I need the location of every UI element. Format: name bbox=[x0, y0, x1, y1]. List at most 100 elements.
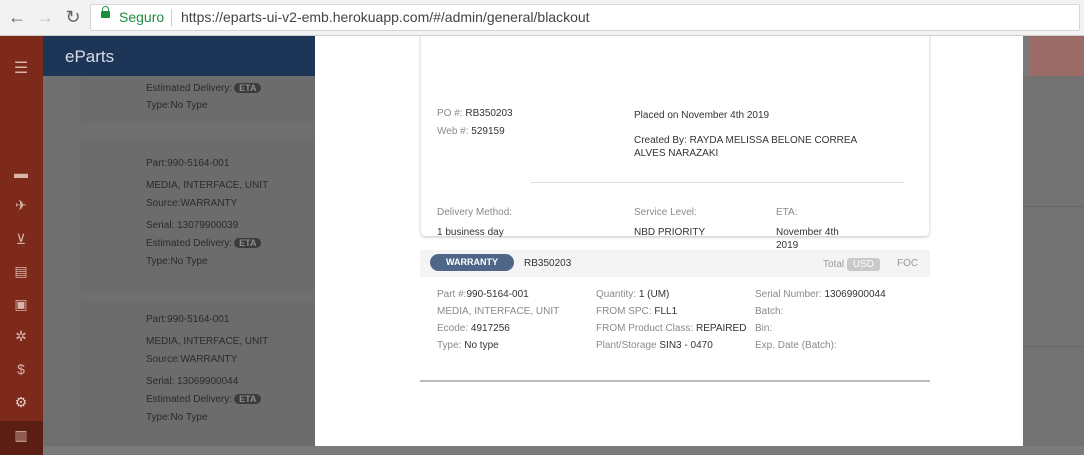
divider bbox=[1023, 206, 1084, 207]
eta-label: Estimated Delivery: bbox=[146, 394, 233, 405]
item-order-number: RB350203 bbox=[524, 258, 572, 269]
web-label: Web #: bbox=[437, 126, 469, 137]
money-icon[interactable]: $ bbox=[12, 360, 30, 378]
eta-label: Estimated Delivery: bbox=[146, 83, 233, 94]
ecode: Ecode: 4917256 bbox=[437, 323, 510, 334]
item-type: Type: No type bbox=[437, 340, 499, 351]
secure-label: Seguro bbox=[119, 9, 165, 25]
from-spc-label: FROM SPC: bbox=[596, 306, 652, 317]
ecode-value: 4917256 bbox=[470, 323, 510, 334]
item-part: Part:990-5164-001 bbox=[146, 158, 230, 169]
part-number: Part #:990-5164-001 bbox=[437, 289, 529, 300]
placed-date: Placed on November 4th 2019 bbox=[634, 110, 770, 121]
app-header-right bbox=[1030, 36, 1084, 76]
exp-date-label: Exp. Date (Batch): bbox=[755, 340, 837, 351]
calendar-icon[interactable]: ▣ bbox=[12, 295, 30, 313]
divider bbox=[1023, 346, 1084, 347]
po-number: PO #: RB350203 bbox=[437, 108, 513, 119]
parts-icon[interactable]: ✲ bbox=[12, 327, 30, 345]
delivery-method-value: 1 business day bbox=[437, 227, 504, 238]
order-list-background: Estimated Delivery: ETA Type:No Type Part… bbox=[43, 76, 316, 446]
url-text[interactable]: https://eparts-ui-v2-emb.herokuapp.com/#… bbox=[181, 9, 590, 25]
quantity-value: 1 (UM) bbox=[638, 289, 670, 300]
item-type: Type:No Type bbox=[146, 100, 208, 111]
browser-toolbar: ← → ↻ Seguro https://eparts-ui-v2-emb.he… bbox=[0, 0, 1084, 36]
item-type: Type:No Type bbox=[146, 412, 208, 423]
batch-label: Batch: bbox=[755, 306, 784, 317]
item-type: Type:No Type bbox=[146, 256, 208, 267]
web-value: 529159 bbox=[471, 126, 505, 137]
app-logo[interactable]: eParts bbox=[65, 47, 114, 67]
side-navigation: ☰ ▬ ✈ ⊻ ▤ ▣ ✲ $ ⚙ ▥ bbox=[0, 36, 43, 455]
po-label: PO #: bbox=[437, 108, 463, 119]
total-label: Total USD bbox=[823, 258, 881, 271]
settings-icon[interactable]: ⚙ bbox=[12, 393, 30, 411]
from-spc-value: FLL1 bbox=[654, 306, 678, 317]
part-description: MEDIA, INTERFACE, UNIT bbox=[437, 306, 560, 317]
item-serial: Serial: 13079900039 bbox=[146, 220, 239, 231]
item-source: Source:WARRANTY bbox=[146, 354, 238, 365]
eta-badge: ETA bbox=[234, 394, 262, 404]
web-number: Web #: 529159 bbox=[437, 126, 505, 137]
address-bar[interactable]: Seguro https://eparts-ui-v2-emb.herokuap… bbox=[90, 4, 1080, 31]
service-level-value: NBD PRIORITY bbox=[634, 227, 706, 238]
product-class-label: FROM Product Class: bbox=[596, 323, 694, 334]
eta-badge: ETA bbox=[234, 83, 262, 93]
estimated-delivery: Estimated Delivery: ETA bbox=[146, 238, 262, 249]
lock-icon bbox=[101, 6, 110, 18]
part-value: 990-5164-001 bbox=[466, 289, 529, 300]
address-separator bbox=[171, 9, 172, 26]
item-description: MEDIA, INTERFACE, UNIT bbox=[146, 336, 269, 347]
total-text: Total bbox=[823, 259, 845, 270]
plant-label: Plant/Storage bbox=[596, 340, 657, 351]
po-value: RB350203 bbox=[465, 108, 513, 119]
truck-icon[interactable]: ▬ bbox=[12, 164, 30, 182]
item-part: Part:990-5164-001 bbox=[146, 314, 230, 325]
serial-label: Serial Number: bbox=[755, 289, 822, 300]
quantity-label: Quantity: bbox=[596, 289, 637, 300]
order-detail-modal: PO #: RB350203 Web #: 529159 Placed on N… bbox=[315, 36, 1023, 446]
item-header: WARRANTY RB350203 Total USD FOC bbox=[420, 250, 930, 277]
eta-badge: ETA bbox=[234, 238, 262, 248]
service-level-label: Service Level: bbox=[634, 207, 697, 218]
right-background-panel bbox=[1023, 76, 1084, 446]
app-header: eParts bbox=[43, 36, 315, 76]
serial-value: 13069900044 bbox=[824, 289, 886, 300]
order-summary-card: PO #: RB350203 Web #: 529159 Placed on N… bbox=[421, 36, 929, 251]
estimated-delivery: Estimated Delivery: ETA bbox=[146, 83, 262, 94]
eta-label: ETA: bbox=[776, 207, 798, 218]
quantity: Quantity: 1 (UM) bbox=[596, 289, 669, 300]
type-label: Type: bbox=[437, 340, 462, 351]
product-class-value: REPAIRED bbox=[696, 323, 747, 334]
created-by-cont: ALVES NARAZAKI bbox=[634, 148, 719, 159]
cart-icon[interactable]: ⊻ bbox=[12, 230, 30, 248]
estimated-delivery: Estimated Delivery: ETA bbox=[146, 394, 262, 405]
airplane-icon[interactable]: ✈ bbox=[12, 196, 30, 214]
reload-icon[interactable]: ↻ bbox=[63, 7, 83, 27]
item-source: Source:WARRANTY bbox=[146, 198, 238, 209]
created-by: Created By: RAYDA MELISSA BELONE CORREA bbox=[634, 135, 858, 146]
eta-label: Estimated Delivery: bbox=[146, 238, 233, 249]
delivery-method-label: Delivery Method: bbox=[437, 207, 513, 218]
menu-icon[interactable]: ☰ bbox=[12, 60, 30, 78]
forward-arrow-icon[interactable]: → bbox=[35, 7, 55, 27]
item-serial: Serial: 13069900044 bbox=[146, 376, 239, 387]
warranty-badge: WARRANTY bbox=[430, 254, 514, 271]
foc-label[interactable]: FOC bbox=[897, 258, 918, 269]
currency-badge[interactable]: USD bbox=[846, 258, 881, 271]
serial-number: Serial Number: 13069900044 bbox=[755, 289, 886, 300]
eta-value: November 4th bbox=[776, 227, 839, 238]
back-arrow-icon[interactable]: ← bbox=[7, 7, 27, 27]
type-value: No type bbox=[464, 340, 499, 351]
divider bbox=[420, 380, 930, 382]
plant-value: SIN3 - 0470 bbox=[659, 340, 713, 351]
item-description: MEDIA, INTERFACE, UNIT bbox=[146, 180, 269, 191]
ecode-label: Ecode: bbox=[437, 323, 469, 334]
bin-label: Bin: bbox=[755, 323, 773, 334]
from-spc: FROM SPC: FLL1 bbox=[596, 306, 677, 317]
chart-icon[interactable]: ▥ bbox=[12, 426, 30, 444]
plant-storage: Plant/Storage SIN3 - 0470 bbox=[596, 340, 713, 351]
document-icon[interactable]: ▤ bbox=[12, 262, 30, 280]
part-label: Part #: bbox=[437, 289, 467, 300]
product-class: FROM Product Class: REPAIRED bbox=[596, 323, 746, 334]
